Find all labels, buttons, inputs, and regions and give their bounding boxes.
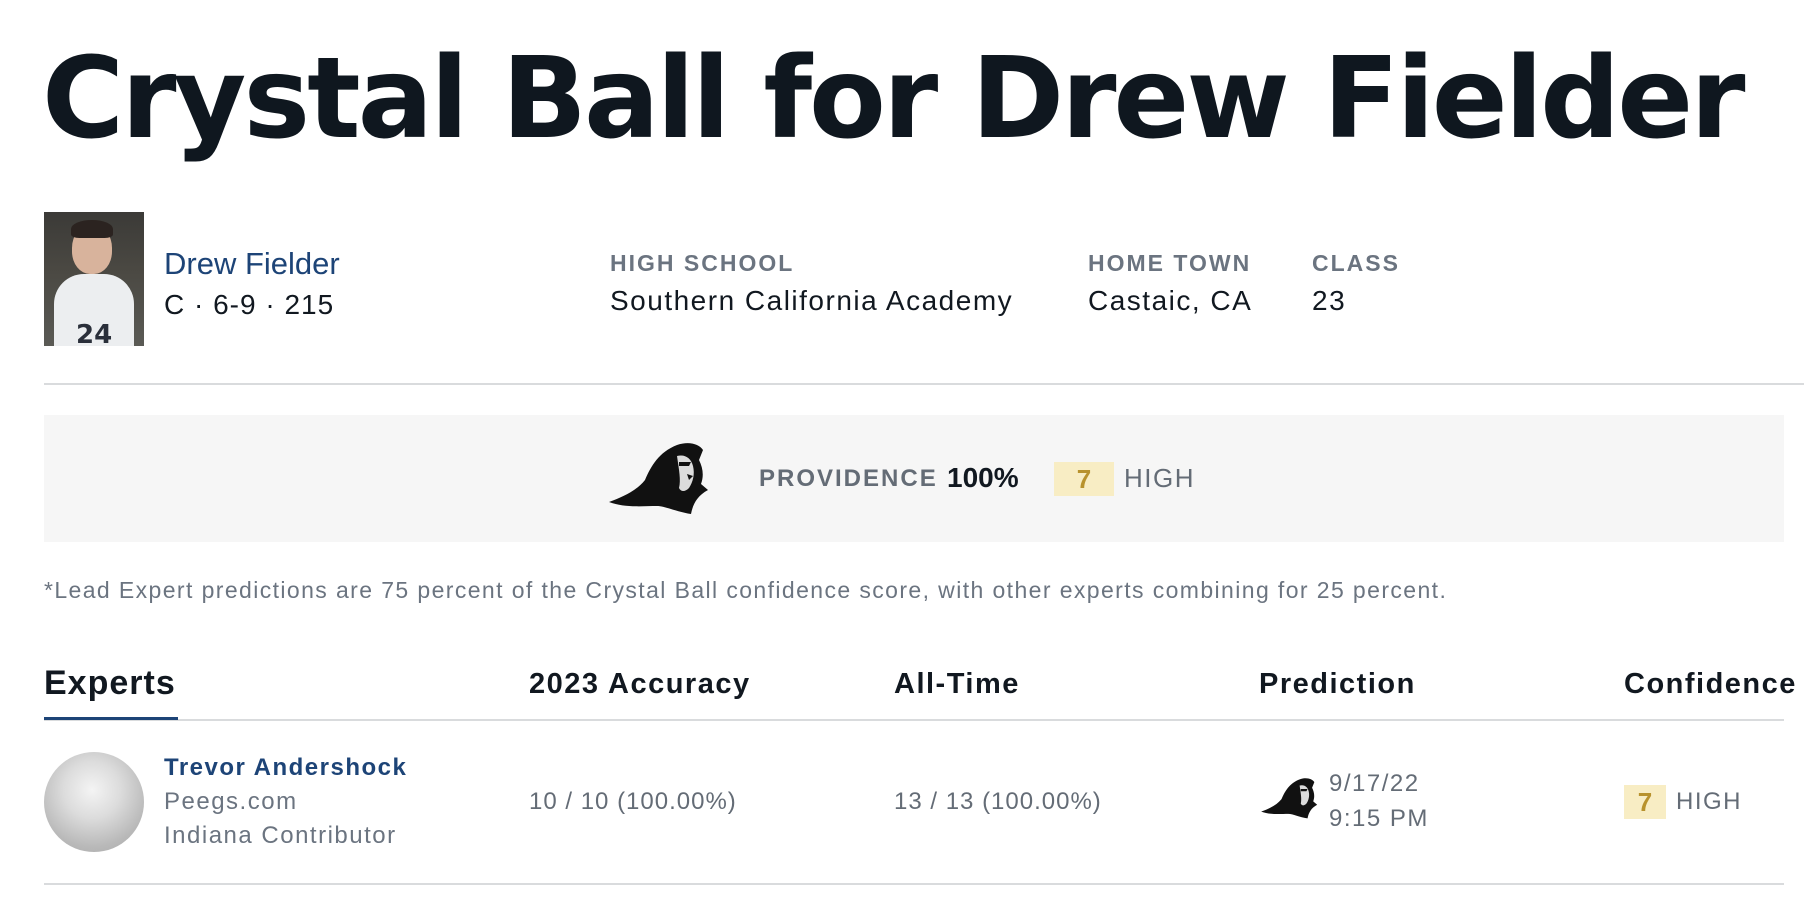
tab-experts[interactable]: Experts: [44, 664, 176, 703]
expert-name-link[interactable]: Trevor Andershock: [164, 754, 407, 782]
class-value: 23: [1312, 285, 1347, 316]
expert-accuracy: 10 / 10 (100.00%): [529, 788, 737, 815]
hometown-value: Castaic, CA: [1088, 285, 1253, 316]
experts-tab-underline: [44, 717, 178, 720]
predicted-school-percent: 100%: [947, 462, 1019, 493]
confidence-score-badge: 7: [1054, 462, 1114, 496]
expert-all-time: 13 / 13 (100.00%): [894, 788, 1102, 815]
all-time-header: All-Time: [894, 668, 1020, 700]
prediction-header: Prediction: [1259, 668, 1416, 700]
photo-jersey-number: 24: [76, 320, 113, 346]
table-row-divider: [44, 883, 1784, 885]
providence-friar-logo-icon: [609, 443, 708, 514]
prediction-time: 9:15 PM: [1329, 805, 1429, 832]
prediction-banner: PROVIDENCE 100% 7 HIGH: [44, 415, 1784, 542]
player-position-height-weight: C · 6-9 · 215: [164, 289, 335, 320]
player-photo: 24: [44, 212, 144, 346]
confidence-level: HIGH: [1676, 788, 1742, 815]
player-name-link[interactable]: Drew Fielder: [164, 246, 340, 282]
confidence-score-badge: 7: [1624, 785, 1666, 819]
hometown-info: HOME TOWN Castaic, CA: [1088, 250, 1252, 317]
confidence-level: HIGH: [1124, 463, 1195, 493]
class-label: CLASS: [1312, 250, 1400, 276]
expert-avatar: [44, 752, 144, 852]
accuracy-header: 2023 Accuracy: [529, 668, 751, 700]
providence-friar-logo-icon: [1261, 778, 1318, 819]
confidence-header: Confidence: [1624, 668, 1797, 700]
high-school-label: HIGH SCHOOL: [610, 250, 795, 276]
photo-hair: [71, 220, 113, 238]
expert-role: Indiana Contributor: [164, 822, 397, 849]
high-school-value: Southern California Academy: [610, 285, 1014, 316]
predicted-school-name: PROVIDENCE: [759, 465, 938, 492]
expert-site: Peegs.com: [164, 788, 298, 815]
header-divider: [44, 383, 1804, 385]
high-school-info: HIGH SCHOOL Southern California Academy: [610, 250, 1013, 317]
prediction-date: 9/17/22: [1329, 770, 1420, 797]
table-header-divider: [44, 719, 1784, 721]
hometown-label: HOME TOWN: [1088, 250, 1252, 276]
page-title: Crystal Ball for Drew Fielder: [42, 34, 1745, 164]
class-info: CLASS 23: [1312, 250, 1400, 317]
lead-expert-footnote: *Lead Expert predictions are 75 percent …: [44, 577, 1448, 603]
